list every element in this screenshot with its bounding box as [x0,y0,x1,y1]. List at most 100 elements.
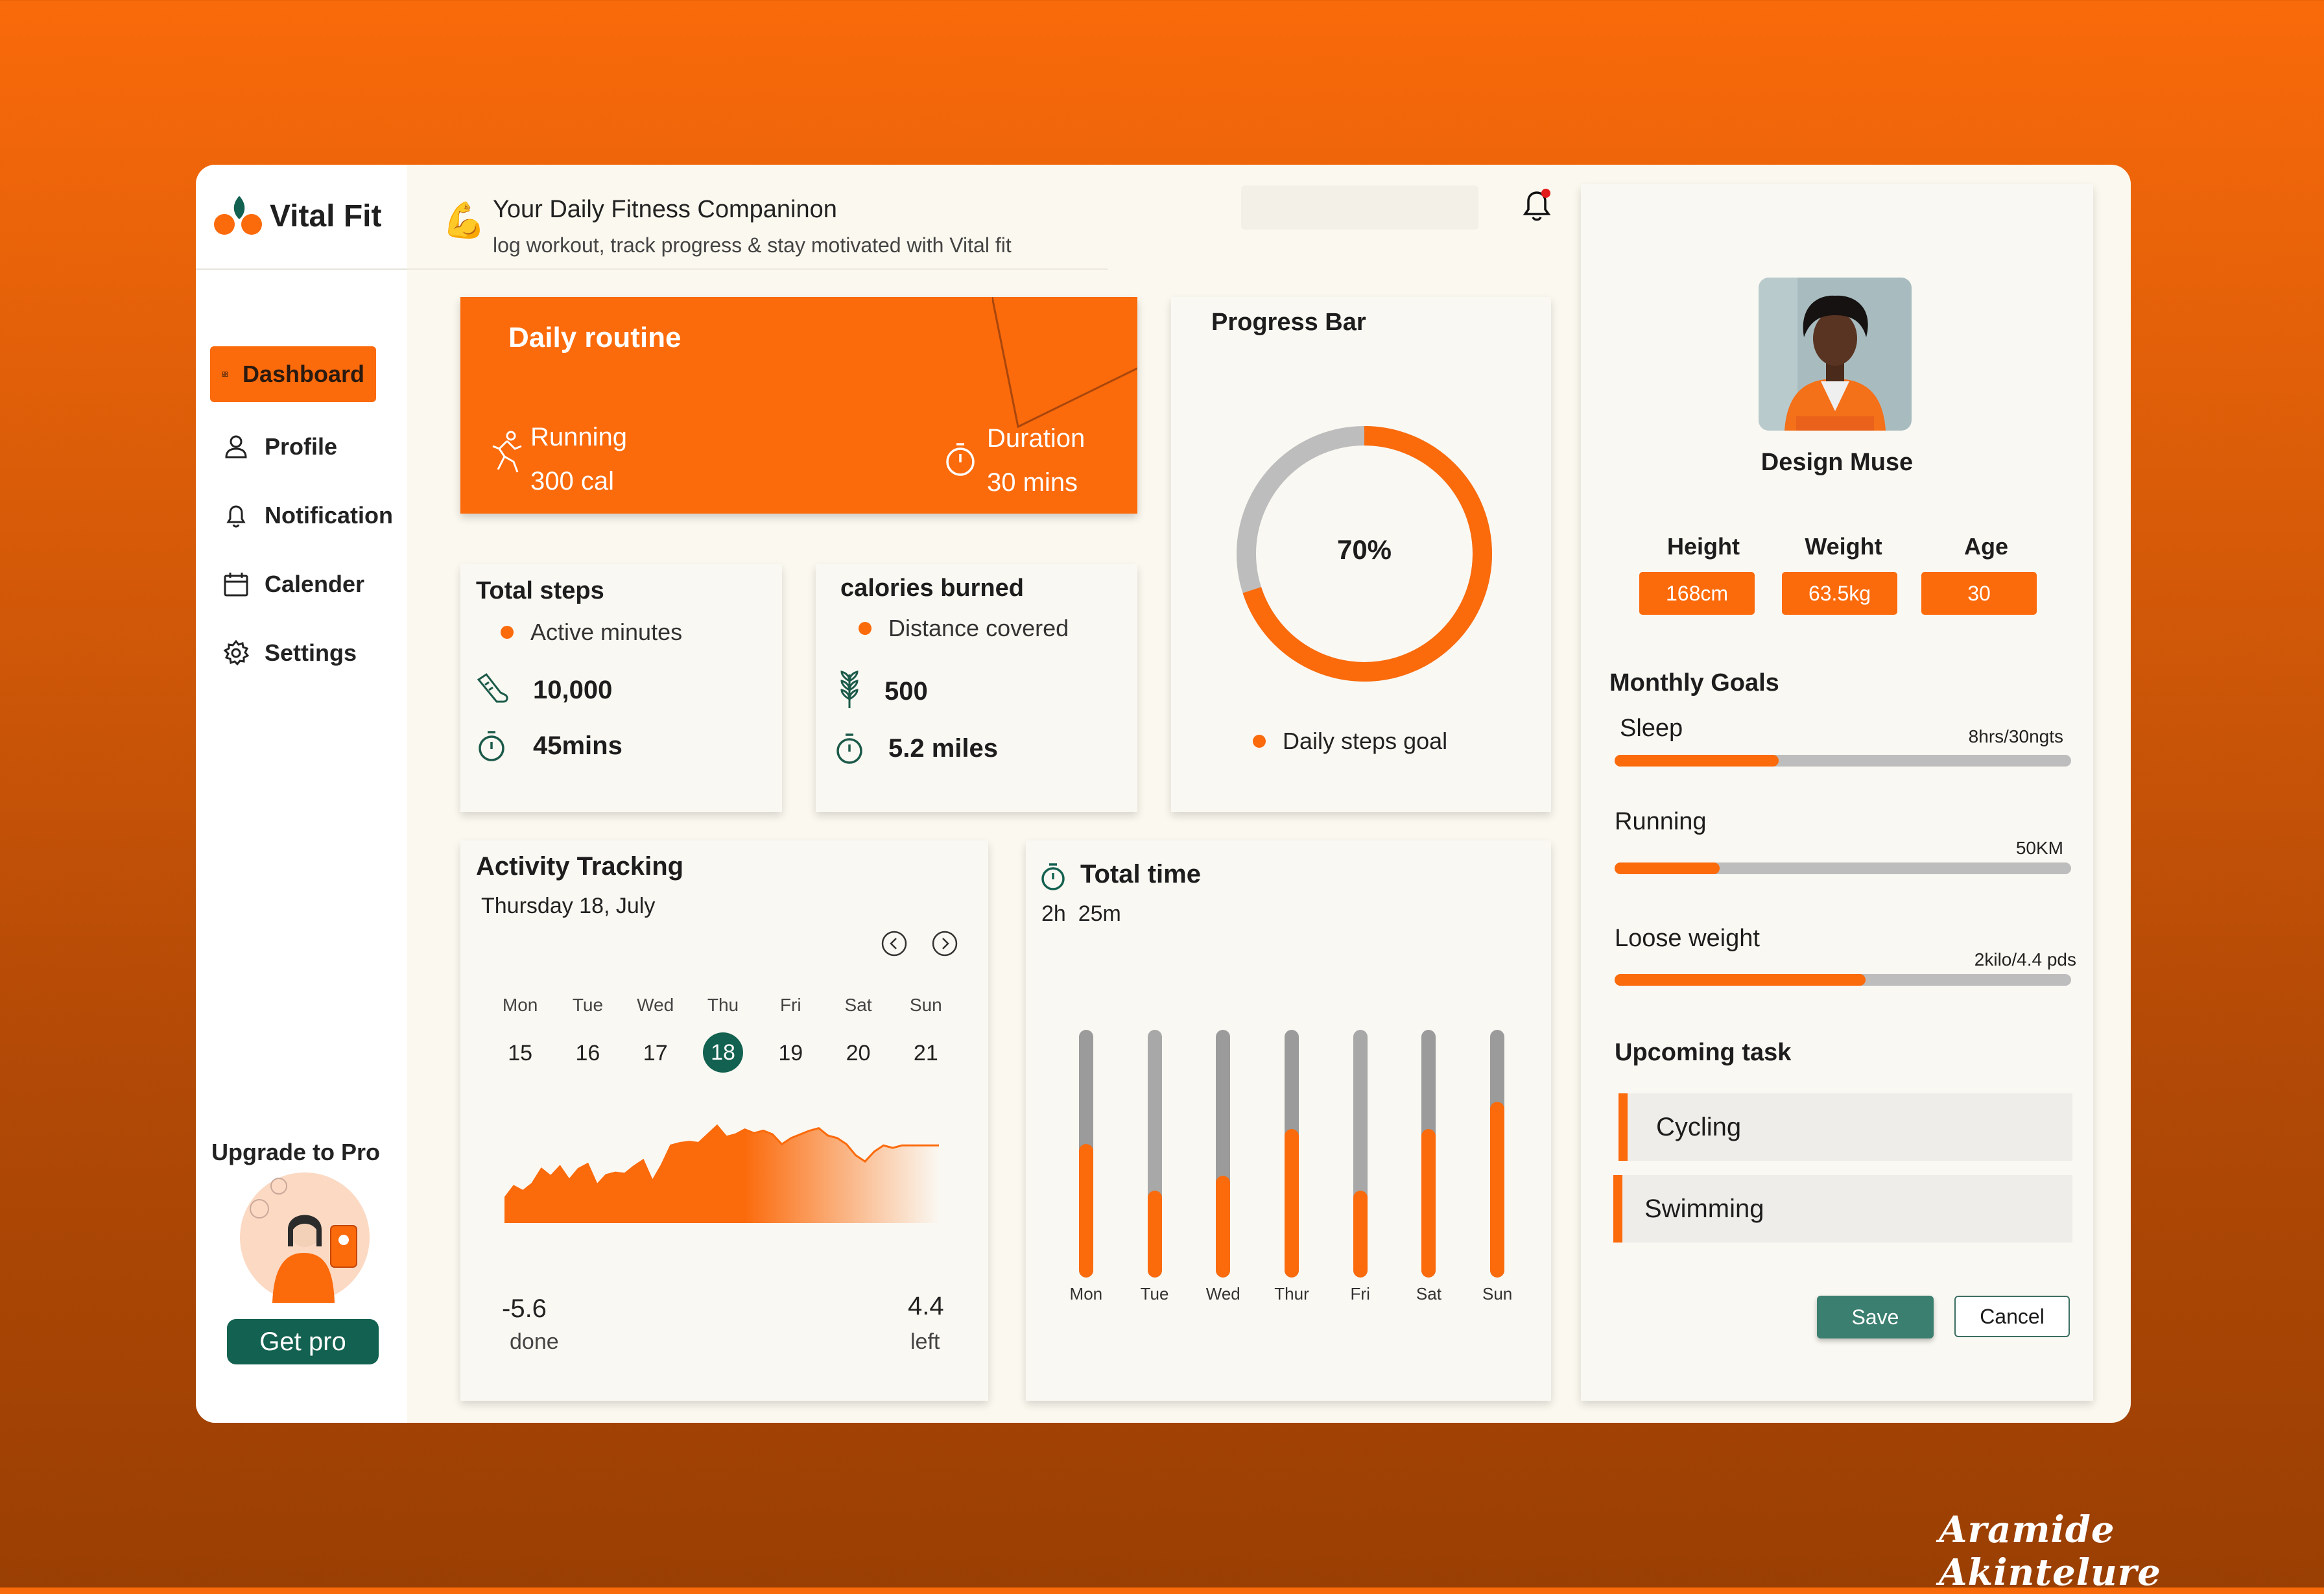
steps-legend: Active minutes [501,619,682,646]
timer-icon [1041,863,1065,890]
header-divider [407,268,1108,270]
avatar[interactable] [1759,278,1912,431]
get-pro-button[interactable]: Get pro [227,1319,379,1364]
day-tue[interactable]: Tue 16 [554,995,621,1069]
timer-icon [479,731,504,761]
bar-fill [1078,1143,1093,1278]
day-number: 15 [508,1041,533,1065]
chevron-right-icon[interactable] [931,930,958,957]
day-number: 21 [913,1041,938,1065]
running-icon [492,431,522,473]
day-number: 20 [846,1041,871,1065]
bar-fill [1353,1191,1368,1278]
goal-sleep-label: Sleep [1620,715,1683,742]
leaf-logo-icon [214,196,262,235]
task-swimming[interactable]: Swimming [1613,1175,2072,1243]
goal-running-fill [1615,862,1720,874]
goal-running-target: 50KM [2015,838,2063,858]
nav-notification-label: Notification [265,502,393,529]
wheat-icon [840,671,859,708]
weight-label: Weight [1805,533,1882,560]
routine-title: Daily routine [508,322,682,353]
day-thu[interactable]: Thu 18 [689,995,757,1073]
task-accent [1618,1093,1628,1161]
left-label: left [910,1329,940,1354]
task-cycling-label: Cycling [1656,1112,1742,1141]
goal-running-label: Running [1615,808,1707,835]
nav-dashboard[interactable]: Dashboard [210,346,376,402]
goal-weight-label: Loose weight [1615,925,1760,952]
bar-label: Sun [1482,1284,1513,1303]
day-number: 16 [575,1041,600,1065]
left-value: 4.4 [908,1292,944,1320]
day-sun[interactable]: Sun 21 [892,995,960,1069]
search-box[interactable] [1204,185,1478,230]
nav-calender-label: Calender [265,571,365,597]
day-sat[interactable]: Sat 20 [824,995,892,1069]
bar-label: Wed [1205,1284,1240,1303]
calendar-icon [224,573,248,597]
designer-signature: Aramide Akintelure [1939,1508,2161,1594]
search-input[interactable] [1204,196,1465,219]
routine-activity-value: 300 cal [530,467,614,495]
nav-calender[interactable]: Calender [222,562,364,607]
age-value: 30 [1921,572,2037,615]
bar-label: Mon [1069,1284,1103,1303]
app-window: Vital Fit Dashboard Profile Notification… [196,165,2131,1423]
task-accent [1613,1175,1622,1243]
steps-legend-label: Active minutes [530,619,683,645]
activity-title: Activity Tracking [476,852,684,881]
nav-settings[interactable]: Settings [222,630,357,676]
total-steps-card: Total steps Active minutes 10,000 45mins [460,564,782,812]
save-button[interactable]: Save [1817,1296,1934,1338]
goal-sleep-track [1615,755,2071,767]
upgrade-title: Upgrade to Pro [211,1139,381,1165]
bar-fri [1353,1030,1368,1278]
legend-dot [859,622,872,635]
progress-title: Progress Bar [1211,309,1366,336]
day-name: Sun [909,995,942,1015]
calories-legend: Distance covered [859,615,1069,642]
legend-dot [1253,735,1266,748]
done-label: done [510,1329,559,1354]
calories-title: calories burned [840,575,1024,602]
age-label: Age [1963,533,2008,560]
progress-legend: Daily steps goal [1253,728,1447,755]
done-value: -5.6 [502,1294,547,1323]
calories-card: calories burned Distance covered 500 5.2… [816,564,1137,812]
bar-fill [1285,1128,1299,1278]
bell-icon [226,505,246,528]
header-subtitle: log workout, track progress & stay motiv… [493,233,1012,257]
gear-icon [223,639,250,666]
total-time-card: Total time 2h 25m Mon Tue Wed Thur Fri Sat Sun [1026,840,1551,1401]
bar-label: Sat [1416,1284,1441,1303]
progress-percent: 70% [1336,534,1392,565]
cancel-button[interactable]: Cancel [1954,1296,2070,1337]
daily-routine-card: Daily routine Running 300 cal Duration 3… [460,297,1137,514]
upcoming-task-title: Upcoming task [1615,1039,1792,1066]
progress-legend-label: Daily steps goal [1283,728,1448,754]
task-cycling[interactable]: Cycling [1618,1093,2072,1161]
nav-dashboard-label: Dashboard [242,361,364,387]
nav-profile[interactable]: Profile [222,424,337,470]
monthly-goals-title: Monthly Goals [1609,669,1779,696]
activity-area-chart [504,1124,939,1223]
notification-bell-icon[interactable] [1516,184,1558,226]
day-fri[interactable]: Fri 19 [757,995,824,1069]
height-label: Height [1667,533,1740,560]
routine-activity-label: Running [530,423,628,451]
task-swimming-label: Swimming [1644,1194,1764,1223]
sneaker-icon [477,672,508,703]
bar-mon [1078,1030,1093,1278]
bar-thur [1285,1030,1299,1278]
calories-legend-label: Distance covered [888,615,1069,641]
day-number: 19 [778,1041,803,1065]
brand-logo[interactable]: Vital Fit [213,193,381,239]
header-title: Your Daily Fitness Companinon [493,196,837,223]
day-mon[interactable]: Mon 15 [486,995,554,1069]
day-wed[interactable]: Wed 17 [622,995,689,1069]
chevron-left-icon[interactable] [881,930,908,957]
goal-weight-track [1615,974,2071,986]
total-time-value: 2h 25m [1041,901,1121,926]
nav-notification[interactable]: Notification [222,493,393,538]
